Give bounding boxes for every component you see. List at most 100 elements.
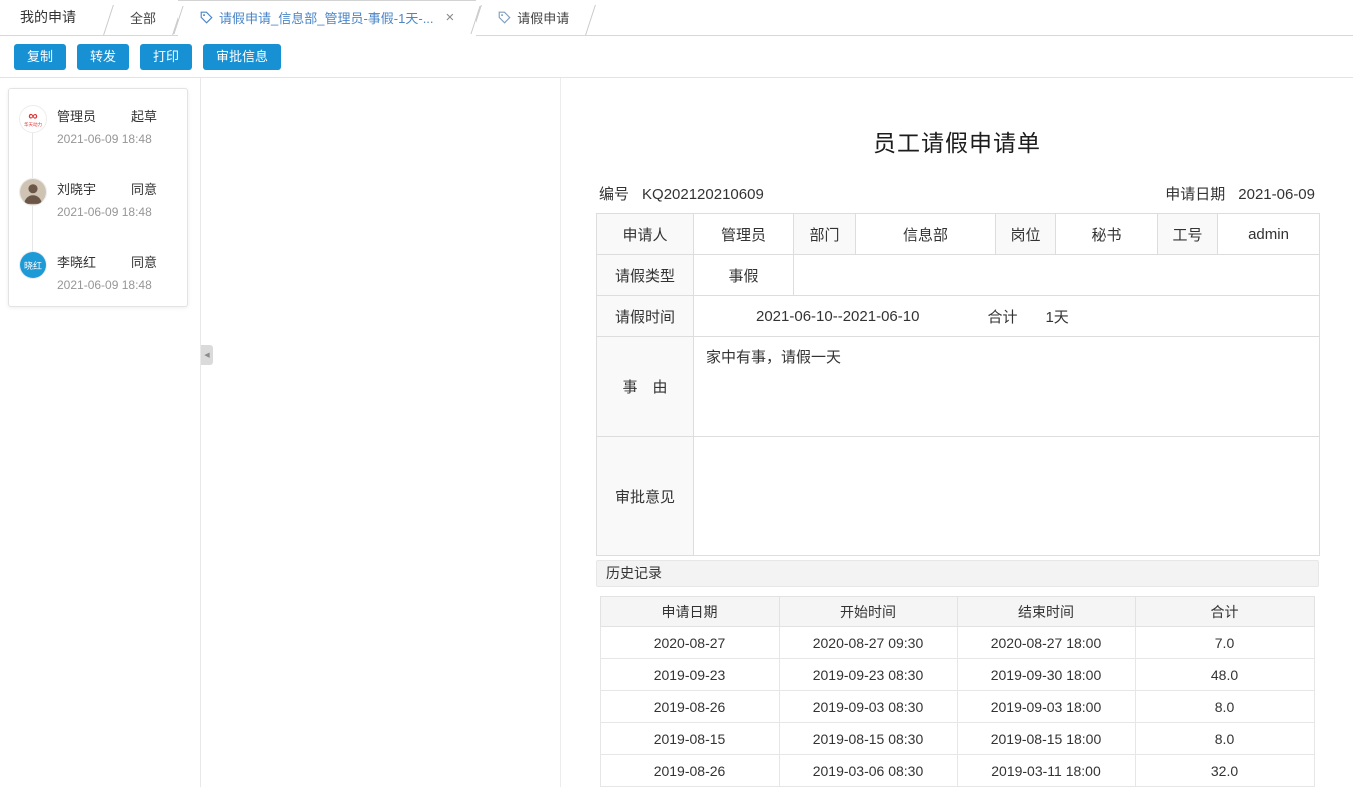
history-row[interactable]: 2019-09-232019-09-23 08:302019-09-30 18:… [600, 659, 1314, 691]
avatar[interactable] [19, 178, 47, 206]
date-value: 2021-06-09 [1238, 186, 1315, 203]
timeline-entry: 晓红 李晓红 同意 2021-06-09 18:48 [19, 251, 177, 292]
approval-action: 起草 [131, 106, 157, 125]
toolbar: 复制 转发 打印 审批信息 [0, 36, 1353, 78]
position-value: 秘书 [1056, 214, 1158, 255]
history-table: 申请日期开始时间结束时间合计 2020-08-272020-08-27 09:3… [600, 596, 1315, 787]
approval-timeline-panel: ∞ 华天动力 管理员 起草 2021-06-09 18:48 [0, 78, 201, 787]
approval-datetime: 2021-06-09 18:48 [57, 278, 157, 292]
date-label: 申请日期 [1165, 186, 1225, 203]
approval-opinion-label: 审批意见 [597, 437, 694, 556]
approver-name: 李晓红 [57, 252, 115, 271]
history-cell: 32.0 [1135, 755, 1314, 787]
history-cell: 2020-08-27 09:30 [779, 627, 957, 659]
history-row[interactable]: 2019-08-262019-09-03 08:302019-09-03 18:… [600, 691, 1314, 723]
position-label: 岗位 [996, 214, 1056, 255]
collapse-panel-handle[interactable]: ◀ [201, 345, 213, 365]
history-cell: 2019-09-23 08:30 [779, 659, 957, 691]
tab-label: 全部 [130, 8, 156, 27]
tab-leave-application-detail[interactable]: 请假申请_信息部_管理员-事假-1天-... × [178, 0, 476, 36]
applicant-row: 申请人 管理员 部门 信息部 岗位 秘书 工号 admin [597, 214, 1320, 255]
approval-opinion-row: 审批意见 [597, 437, 1320, 556]
history-cell: 7.0 [1135, 627, 1314, 659]
approval-info-button[interactable]: 审批信息 [203, 44, 281, 70]
form-number: 编号 KQ202120210609 [599, 183, 764, 204]
history-cell: 2019-09-23 [600, 659, 779, 691]
history-column-header: 结束时间 [957, 597, 1135, 627]
forward-button[interactable]: 转发 [77, 44, 129, 70]
approver-name: 管理员 [57, 106, 115, 125]
history-cell: 2019-08-15 18:00 [957, 723, 1135, 755]
tag-icon [200, 11, 213, 24]
employee-id-label: 工号 [1158, 214, 1218, 255]
avatar[interactable]: 晓红 [19, 251, 47, 279]
leave-time-value: 2021-06-10--2021-06-10 [756, 308, 919, 325]
company-logo-avatar: ∞ 华天动力 [20, 106, 46, 132]
history-body: 2020-08-272020-08-27 09:302020-08-27 18:… [600, 627, 1314, 787]
history-cell: 2019-08-26 [600, 691, 779, 723]
approver-name: 刘晓宇 [57, 179, 115, 198]
avatar[interactable]: ∞ 华天动力 [19, 105, 47, 133]
history-row[interactable]: 2019-08-262019-03-06 08:302019-03-11 18:… [600, 755, 1314, 787]
leave-form-table: 申请人 管理员 部门 信息部 岗位 秘书 工号 admin 请假类型 事假 请假… [596, 213, 1320, 556]
copy-button[interactable]: 复制 [14, 44, 66, 70]
reason-value: 家中有事，请假一天 [694, 337, 1320, 437]
applicant-label: 申请人 [597, 214, 694, 255]
history-section-title: 历史记录 [596, 560, 1319, 587]
history-row[interactable]: 2020-08-272020-08-27 09:302020-08-27 18:… [600, 627, 1314, 659]
timeline-entry: ∞ 华天动力 管理员 起草 2021-06-09 18:48 [19, 105, 177, 146]
text-avatar: 晓红 [20, 252, 46, 278]
leave-time-cell: 2021-06-10--2021-06-10 合计 1天 [694, 296, 1320, 337]
leave-type-row: 请假类型 事假 [597, 255, 1320, 296]
total-value: 1天 [1045, 306, 1068, 327]
number-label: 编号 [599, 186, 629, 203]
leave-type-label: 请假类型 [597, 255, 694, 296]
approval-datetime: 2021-06-09 18:48 [57, 132, 157, 146]
history-cell: 8.0 [1135, 723, 1314, 755]
form-date: 申请日期 2021-06-09 [1165, 183, 1315, 204]
history-cell: 2019-09-30 18:00 [957, 659, 1135, 691]
form-title: 员工请假申请单 [596, 124, 1318, 158]
total-label: 合计 [987, 306, 1017, 327]
tab-label: 请假申请 [517, 8, 569, 27]
tab-all[interactable]: 全部 [108, 0, 178, 35]
leave-time-row: 请假时间 2021-06-10--2021-06-10 合计 1天 [597, 296, 1320, 337]
approval-datetime: 2021-06-09 18:48 [57, 205, 157, 219]
form-meta-row: 编号 KQ202120210609 申请日期 2021-06-09 [596, 183, 1318, 204]
approval-opinion-value [694, 437, 1320, 556]
approval-action: 同意 [131, 252, 157, 271]
document-area: 员工请假申请单 编号KQ202120210609 申请日期2021-06-09 … [560, 78, 1353, 787]
print-button[interactable]: 打印 [140, 44, 192, 70]
department-value: 信息部 [856, 214, 996, 255]
history-cell: 8.0 [1135, 691, 1314, 723]
history-row[interactable]: 2019-08-152019-08-15 08:302019-08-15 18:… [600, 723, 1314, 755]
close-icon[interactable]: × [446, 10, 455, 25]
history-cell: 2019-03-06 08:30 [779, 755, 957, 787]
history-column-header: 申请日期 [600, 597, 779, 627]
timeline-entries: ∞ 华天动力 管理员 起草 2021-06-09 18:48 [19, 105, 177, 292]
history-cell: 2019-08-15 08:30 [779, 723, 957, 755]
department-label: 部门 [794, 214, 856, 255]
infinity-logo-icon: ∞ [28, 110, 37, 121]
timeline-card: ∞ 华天动力 管理员 起草 2021-06-09 18:48 [8, 88, 188, 307]
tab-bar: 我的申请 全部 请假申请_信息部_管理员-事假-1天-... × 请假申请 [0, 0, 1353, 36]
leave-type-value: 事假 [694, 255, 794, 296]
history-cell: 2019-09-03 08:30 [779, 691, 957, 723]
tag-icon [498, 11, 511, 24]
number-value: KQ202120210609 [642, 186, 764, 203]
tab-label: 请假申请_信息部_管理员-事假-1天-... [219, 8, 434, 27]
tab-leave-application[interactable]: 请假申请 [476, 0, 591, 35]
reason-label: 事 由 [597, 337, 694, 437]
reason-row: 事 由 家中有事，请假一天 [597, 337, 1320, 437]
history-cell: 2019-09-03 18:00 [957, 691, 1135, 723]
history-cell: 2019-08-26 [600, 755, 779, 787]
history-cell: 2020-08-27 18:00 [957, 627, 1135, 659]
history-cell: 2019-08-15 [600, 723, 779, 755]
approval-action: 同意 [131, 179, 157, 198]
photo-avatar [20, 179, 46, 205]
history-header-row: 申请日期开始时间结束时间合计 [600, 597, 1314, 627]
history-column-header: 合计 [1135, 597, 1314, 627]
applicant-value: 管理员 [694, 214, 794, 255]
employee-id-value: admin [1218, 214, 1320, 255]
tab-strip: 全部 请假申请_信息部_管理员-事假-1天-... × 请假申请 [108, 0, 591, 35]
